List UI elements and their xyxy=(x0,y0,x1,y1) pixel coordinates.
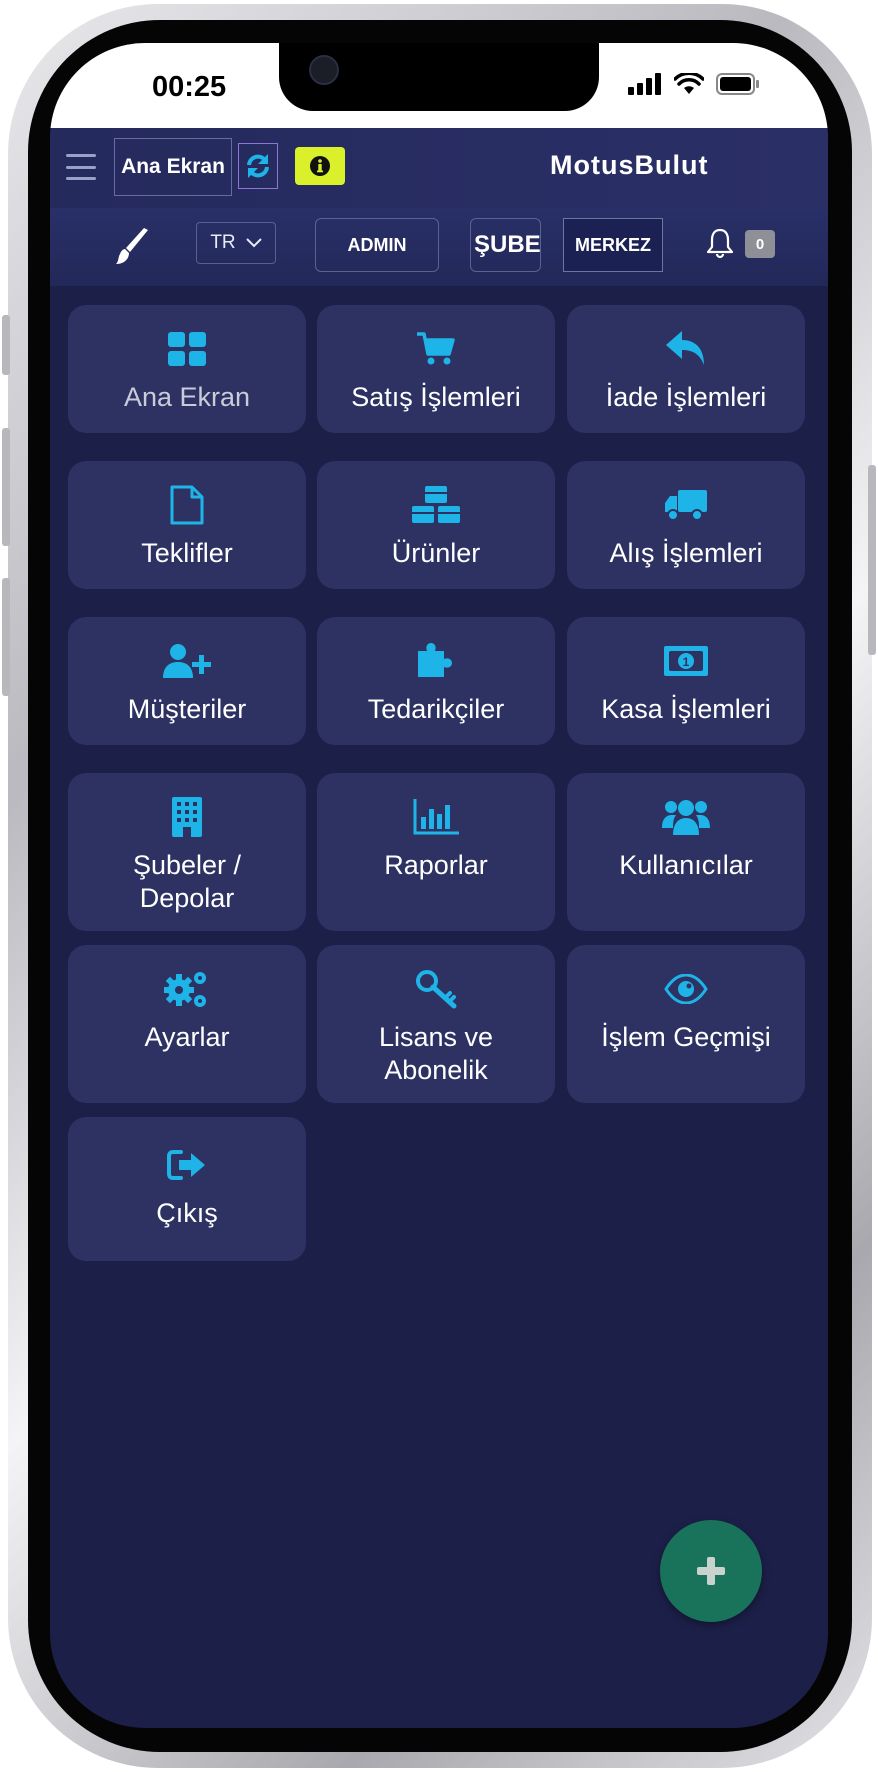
puzzle-icon xyxy=(416,639,456,683)
mute-switch xyxy=(2,315,10,375)
tile-subeler-depolar[interactable]: Şubeler / Depolar xyxy=(68,773,306,931)
tile-label: Ürünler xyxy=(391,538,481,568)
home-breadcrumb[interactable]: Ana Ekran xyxy=(114,138,232,196)
admin-button[interactable]: ADMIN xyxy=(315,218,439,272)
status-time: 00:25 xyxy=(152,71,227,103)
chevron-down-icon xyxy=(245,238,262,248)
add-fab-button[interactable] xyxy=(660,1520,762,1622)
tile-label: Müşteriler xyxy=(127,694,247,724)
tile-label: Çıkış xyxy=(156,1198,218,1228)
tile-ayarlar[interactable]: Ayarlar xyxy=(68,945,306,1103)
tile-teklifler[interactable]: Teklifler xyxy=(68,461,306,589)
tile-label: Şubeler / Depolar xyxy=(133,849,241,915)
tile-cikis[interactable]: Çıkış xyxy=(68,1117,306,1261)
tile-label: Ayarlar xyxy=(144,1022,230,1052)
sign-out-icon xyxy=(167,1143,207,1187)
tile-satis-islemleri[interactable]: Satış İşlemleri xyxy=(317,305,555,433)
sync-icon xyxy=(247,154,269,178)
document-icon xyxy=(170,483,204,527)
location-button[interactable]: MERKEZ xyxy=(563,218,663,272)
hamburger-icon[interactable] xyxy=(66,154,96,180)
user-plus-icon xyxy=(163,639,211,683)
tile-iade-islemleri[interactable]: İade İşlemleri xyxy=(567,305,805,433)
tile-label: İşlem Geçmişi xyxy=(601,1022,771,1052)
tile-label-line1: Lisans ve xyxy=(378,1022,494,1052)
tile-label: Ana Ekran xyxy=(123,382,251,412)
bell-icon[interactable] xyxy=(705,227,735,263)
plus-icon xyxy=(697,1557,725,1585)
cellular-signal-icon xyxy=(628,73,661,95)
status-bar: 00:25 xyxy=(50,43,828,128)
tile-raporlar[interactable]: Raporlar xyxy=(317,773,555,931)
language-select[interactable]: TR xyxy=(196,222,276,264)
tile-label: Lisans ve Abonelik xyxy=(379,1021,493,1087)
app-header: Ana Ekran MotusBulut xyxy=(50,128,828,208)
tile-label: Alış İşlemleri xyxy=(609,538,763,568)
users-icon xyxy=(662,795,710,839)
info-button[interactable] xyxy=(295,147,345,185)
gears-icon xyxy=(164,967,210,1011)
tile-musteriler[interactable]: Müşteriler xyxy=(68,617,306,745)
tile-label: Raporlar xyxy=(384,850,488,880)
eye-icon xyxy=(664,967,708,1011)
status-icons xyxy=(628,73,760,95)
tile-label-line2: Depolar xyxy=(139,883,235,913)
paint-brush-icon[interactable] xyxy=(114,228,150,270)
tile-ana-ekran[interactable]: Ana Ekran xyxy=(68,305,306,433)
tile-label-line1: Şubeler / xyxy=(132,850,242,880)
tile-kasa-islemleri[interactable]: 1 Kasa İşlemleri xyxy=(567,617,805,745)
tile-label: Tedarikçiler xyxy=(367,694,505,724)
notch xyxy=(279,43,599,111)
branch-button[interactable]: ŞUBE xyxy=(470,218,541,272)
tile-label: Teklifler xyxy=(141,538,233,568)
refresh-button[interactable] xyxy=(238,143,278,189)
tile-lisans-ve-abonelik[interactable]: Lisans ve Abonelik xyxy=(317,945,555,1103)
tile-tedarikciler[interactable]: Tedarikçiler xyxy=(317,617,555,745)
info-circle-icon xyxy=(310,156,330,176)
tile-label-line2: Abonelik xyxy=(384,1055,488,1085)
bar-chart-icon xyxy=(413,795,459,839)
money-bill-icon: 1 xyxy=(663,639,709,683)
tile-urunler[interactable]: Ürünler xyxy=(317,461,555,589)
language-value: TR xyxy=(210,232,236,253)
power-button xyxy=(868,465,876,655)
tile-islem-gecmisi[interactable]: İşlem Geçmişi xyxy=(567,945,805,1103)
battery-icon xyxy=(716,73,759,95)
cubes-icon xyxy=(411,483,461,527)
tile-label: Kullanıcılar xyxy=(619,850,753,880)
grid-icon xyxy=(168,327,206,371)
tile-label: Satış İşlemleri xyxy=(351,382,521,412)
notification-count-badge: 0 xyxy=(745,230,775,258)
tile-label: Kasa İşlemleri xyxy=(601,694,771,724)
building-icon xyxy=(172,795,202,839)
tile-alis-islemleri[interactable]: Alış İşlemleri xyxy=(567,461,805,589)
sub-header: TR ADMIN ŞUBE MERKEZ 0 xyxy=(50,208,828,286)
truck-icon xyxy=(664,483,708,527)
volume-down-button xyxy=(2,578,10,696)
app-logo: MotusBulut xyxy=(550,150,709,180)
cart-icon xyxy=(417,327,455,371)
front-camera xyxy=(309,55,339,85)
reply-arrow-icon xyxy=(666,327,706,371)
phone-screen: 00:25 Ana Ekran MotusBulut TR ADMIN ŞUBE… xyxy=(50,43,828,1728)
svg-text:1: 1 xyxy=(683,655,690,669)
key-icon xyxy=(415,967,457,1011)
tile-kullanicilar[interactable]: Kullanıcılar xyxy=(567,773,805,931)
wifi-icon xyxy=(674,73,704,94)
volume-up-button xyxy=(2,428,10,546)
tile-label: İade İşlemleri xyxy=(605,382,767,412)
